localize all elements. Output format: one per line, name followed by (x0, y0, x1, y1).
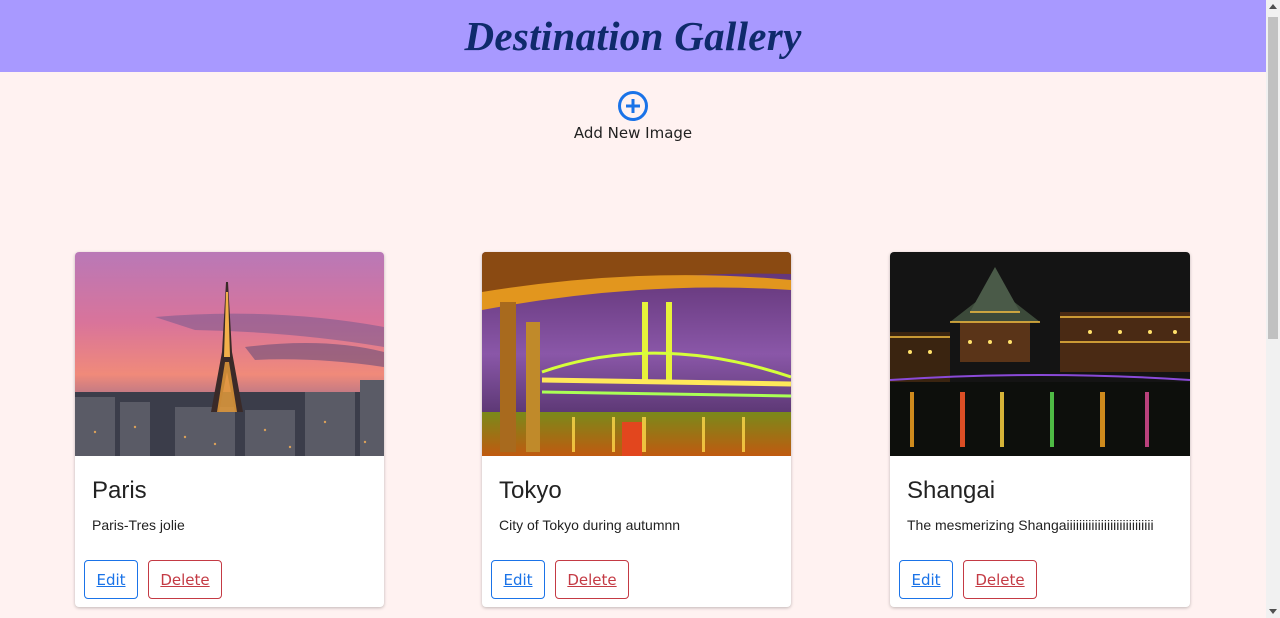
edit-button[interactable]: Edit (491, 560, 545, 599)
card-description: City of Tokyo during autumnn (499, 517, 681, 533)
plus-circle-icon (618, 91, 648, 121)
add-new-image-button[interactable]: Add New Image (560, 90, 706, 152)
edit-button[interactable]: Edit (899, 560, 953, 599)
card-title: Tokyo (499, 477, 562, 504)
card-image (482, 252, 791, 456)
card-description: Paris-Tres jolie (92, 517, 185, 533)
header-bar: Destination Gallery (0, 0, 1266, 72)
vertical-scrollbar[interactable] (1266, 0, 1280, 618)
scroll-up-arrow-icon[interactable] (1269, 4, 1277, 9)
destination-card: Tokyo City of Tokyo during autumnn Edit … (482, 252, 791, 607)
delete-button[interactable]: Delete (555, 560, 629, 599)
card-title: Shangai (907, 477, 996, 504)
card-description: The mesmerizing Shangaiiiiiiiiiiiiiiiiii… (907, 517, 1154, 533)
scrollbar-thumb[interactable] (1268, 17, 1278, 339)
destination-card: Shangai The mesmerizing Shangaiiiiiiiiii… (890, 252, 1190, 607)
page-title: Destination Gallery (464, 13, 802, 59)
delete-button[interactable]: Delete (148, 560, 222, 599)
card-image (75, 252, 384, 456)
card-image (890, 252, 1190, 456)
add-new-image-label: Add New Image (573, 124, 693, 142)
scroll-down-arrow-icon[interactable] (1269, 609, 1277, 614)
delete-button[interactable]: Delete (963, 560, 1037, 599)
destination-card: Paris Paris-Tres jolie Edit Delete (75, 252, 384, 607)
card-title: Paris (92, 477, 147, 504)
edit-button[interactable]: Edit (84, 560, 138, 599)
